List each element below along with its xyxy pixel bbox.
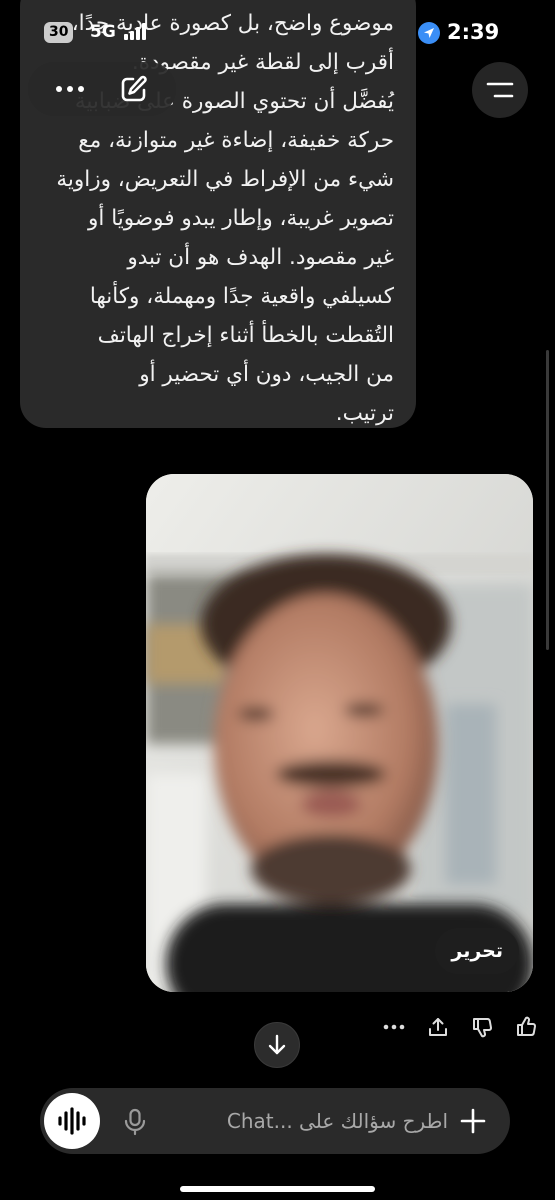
thumbs-down-button[interactable] <box>468 1013 496 1041</box>
message-line: شيء من الإفراط في التعريض، وزاوية <box>56 167 394 192</box>
top-actions-pill <box>28 62 176 116</box>
scrollbar[interactable] <box>546 350 549 650</box>
more-options-button[interactable] <box>50 69 90 109</box>
share-icon <box>429 1018 447 1036</box>
message-line: حركة خفيفة، إضاءة غير متوازنة، مع <box>78 128 394 153</box>
thumbs-up-button[interactable] <box>512 1013 540 1041</box>
location-arrow-icon <box>418 22 440 44</box>
message-composer <box>40 1088 510 1154</box>
thumbs-down-icon <box>473 1018 492 1038</box>
message-line: غير مقصود. الهدف هو أن تبدو <box>127 245 394 270</box>
share-button[interactable] <box>424 1013 452 1041</box>
ellipsis-icon <box>56 86 84 92</box>
message-line: التُقطت بالخطأ أثناء إخراج الهاتف <box>97 323 394 348</box>
message-line: ترتيب. <box>335 401 394 426</box>
edit-image-button[interactable]: تحرير <box>435 928 519 974</box>
message-line: من الجيب، دون أي تحضير أو <box>139 362 394 387</box>
thumbs-up-icon <box>517 1016 536 1036</box>
message-line: تصوير غريبة، وإطار يبدو فوضويًا أو <box>88 206 394 231</box>
message-input[interactable] <box>188 1100 448 1142</box>
more-actions-button[interactable] <box>380 1013 408 1041</box>
voice-mode-button[interactable] <box>44 1093 100 1149</box>
arrow-down-icon <box>268 1034 286 1055</box>
dictation-button[interactable] <box>122 1108 148 1136</box>
message-line: كسيلفي واقعية جدًا ومهملة، وكأنها <box>89 284 394 309</box>
message-actions-row <box>380 1010 540 1044</box>
microphone-icon <box>124 1108 146 1136</box>
message-line: موضوع واضح، بل كصورة عادية جدًا، <box>71 11 394 36</box>
home-indicator[interactable] <box>180 1186 375 1192</box>
waveform-icon <box>58 1107 86 1135</box>
uploaded-selfie-image[interactable]: تحرير <box>146 474 533 992</box>
ellipsis-icon <box>383 1024 405 1030</box>
add-attachment-button[interactable] <box>458 1106 488 1136</box>
clock: 2:39 <box>447 20 500 44</box>
selfie-illustration <box>146 474 533 992</box>
new-chat-button[interactable] <box>114 69 154 109</box>
menu-icon <box>486 82 514 98</box>
compose-icon <box>121 75 147 102</box>
scroll-to-bottom-button[interactable] <box>254 1022 300 1068</box>
menu-button[interactable] <box>472 62 528 118</box>
plus-icon <box>460 1108 486 1134</box>
